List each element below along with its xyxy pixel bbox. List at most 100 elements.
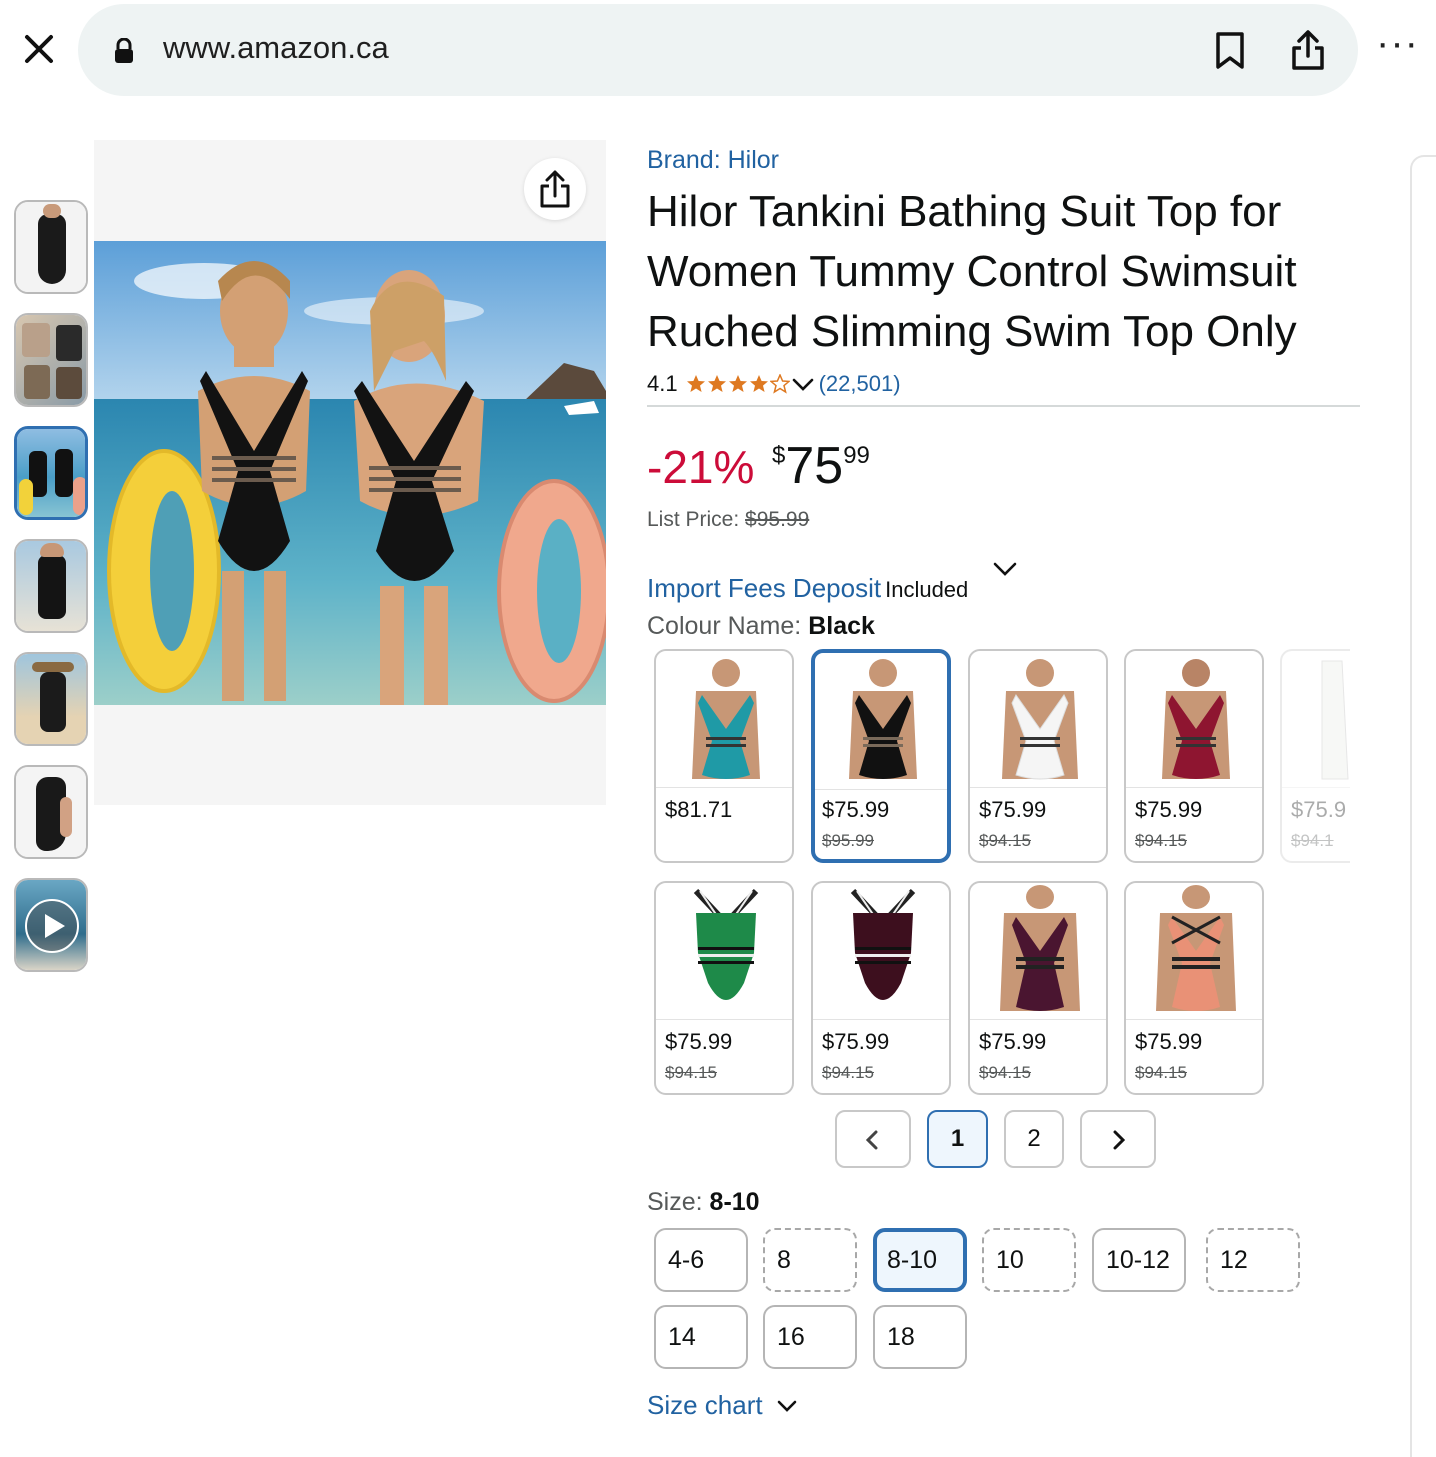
swatch-price: $75.99 — [979, 1029, 1047, 1054]
chevron-down-icon[interactable] — [776, 1396, 798, 1416]
size-option-8[interactable]: 8 — [763, 1228, 857, 1292]
bookmark-icon[interactable] — [1210, 30, 1250, 70]
star-full-icon — [686, 375, 705, 392]
swatch-price: $81.71 — [665, 797, 733, 822]
size-option-4-6[interactable]: 4-6 — [654, 1228, 748, 1292]
pagination-next-button[interactable] — [1080, 1110, 1156, 1168]
size-option-18[interactable]: 18 — [873, 1305, 967, 1369]
swatch-image — [1282, 651, 1350, 788]
price-fraction: 99 — [843, 442, 870, 469]
import-fees-link[interactable]: Import Fees Deposit Included — [647, 573, 968, 604]
swatch-image — [656, 883, 792, 1020]
chevron-right-icon — [1113, 1130, 1126, 1150]
swatch-was-price: $95.99 — [822, 831, 874, 850]
product-photo — [94, 241, 606, 705]
gallery-thumbnail-selected[interactable] — [14, 426, 88, 520]
gallery-thumbnail[interactable] — [14, 765, 88, 859]
price: $7599 — [772, 436, 870, 496]
colour-swatch-wine[interactable]: $75.99 $94.15 — [968, 881, 1108, 1095]
colour-swatch-burgundy[interactable]: $75.99 $94.15 — [1124, 649, 1264, 863]
import-fees-label[interactable]: Import Fees Deposit — [647, 573, 881, 603]
close-icon — [25, 35, 53, 63]
swatch-price: $75.99 — [822, 797, 890, 822]
list-price: List Price: $95.99 — [647, 508, 809, 532]
colour-swatch-teal[interactable]: $81.71 — [654, 649, 794, 863]
swatch-was-price: $94.15 — [1135, 831, 1187, 850]
colour-swatch-black-selected[interactable]: $75.99 $95.99 — [811, 649, 951, 863]
colour-label: Colour Name: Black — [647, 612, 875, 641]
swatch-was-price: $94.15 — [979, 831, 1031, 850]
colour-swatch-white[interactable]: $75.99 $94.15 — [968, 649, 1108, 863]
swatch-image — [656, 651, 792, 788]
size-option-10[interactable]: 10 — [982, 1228, 1076, 1292]
swatch-price: $75.9 — [1291, 797, 1347, 822]
price-whole: 75 — [785, 437, 844, 495]
review-count-link[interactable]: (22,501) — [819, 371, 901, 397]
swatch-price: $75.99 — [979, 797, 1047, 822]
rating-row[interactable]: 4.1 (22,501) — [647, 368, 901, 400]
size-value: 8-10 — [709, 1188, 760, 1216]
swatch-image — [1126, 883, 1262, 1020]
gallery-thumbnail[interactable] — [14, 313, 88, 407]
colour-swatch-plum[interactable]: $75.99 $94.15 — [811, 881, 951, 1095]
main-product-image[interactable] — [94, 241, 606, 705]
swatch-price: $75.99 — [1135, 1029, 1203, 1054]
swatch-was-price: $94.1 — [1291, 831, 1334, 850]
swatch-was-price: $94.15 — [1135, 1063, 1187, 1082]
swatch-image — [970, 651, 1106, 788]
colour-swatch-partial[interactable]: $75.9 $94.1 — [1280, 649, 1350, 863]
list-price-label: List Price: — [647, 508, 740, 531]
divider — [647, 405, 1360, 407]
size-option-8-10-selected[interactable]: 8-10 — [873, 1228, 967, 1292]
side-panel-edge — [1410, 155, 1436, 1457]
rating-value: 4.1 — [647, 371, 678, 396]
pagination-page-2[interactable]: 2 — [1004, 1110, 1064, 1168]
swatch-price: $75.99 — [665, 1029, 733, 1054]
colour-label-text: Colour Name: — [647, 612, 802, 640]
import-included-text: Included — [885, 577, 969, 602]
chevron-left-icon — [865, 1130, 878, 1150]
size-label: Size: 8-10 — [647, 1188, 760, 1217]
gallery-thumbnail[interactable] — [14, 652, 88, 746]
size-option-16[interactable]: 16 — [763, 1305, 857, 1369]
share-icon[interactable] — [1287, 28, 1329, 72]
size-option-12[interactable]: 12 — [1206, 1228, 1300, 1292]
price-symbol: $ — [772, 442, 786, 469]
swatch-image — [813, 883, 949, 1020]
colour-swatch-coral[interactable]: $75.99 $94.15 — [1124, 881, 1264, 1095]
brand-link[interactable]: Brand: Hilor — [647, 146, 779, 175]
size-option-10-12[interactable]: 10-12 — [1092, 1228, 1186, 1292]
swatch-image — [1126, 651, 1262, 788]
close-tab-button[interactable] — [18, 28, 60, 70]
star-full-icon — [749, 375, 768, 392]
star-full-icon — [707, 375, 726, 392]
pagination-page-1[interactable]: 1 — [927, 1110, 988, 1168]
play-icon — [25, 899, 79, 953]
gallery-thumbnail[interactable] — [14, 539, 88, 633]
gallery-thumbnail[interactable] — [14, 200, 88, 294]
swatch-price: $75.99 — [822, 1029, 890, 1054]
share-icon — [540, 170, 570, 208]
swatch-was-price: $94.15 — [979, 1063, 1031, 1082]
list-price-value: $95.99 — [745, 508, 810, 531]
pagination-prev-button[interactable] — [835, 1110, 911, 1168]
chevron-down-icon[interactable] — [791, 374, 815, 394]
size-label-text: Size: — [647, 1188, 703, 1216]
colour-value: Black — [808, 612, 875, 640]
colour-swatch-green[interactable]: $75.99 $94.15 — [654, 881, 794, 1095]
swatch-image — [815, 653, 947, 790]
image-share-button[interactable] — [524, 158, 586, 220]
more-options-button[interactable]: ··· — [1376, 23, 1418, 70]
star-empty-icon — [769, 374, 790, 394]
gallery-thumbnail-video[interactable] — [14, 878, 88, 972]
size-option-14[interactable]: 14 — [654, 1305, 748, 1369]
swatch-was-price: $94.15 — [822, 1063, 874, 1082]
swatch-price: $75.99 — [1135, 797, 1203, 822]
product-title: Hilor Tankini Bathing Suit Top for Women… — [647, 187, 1297, 356]
swatch-image — [970, 883, 1106, 1020]
discount-percent: -21% — [647, 441, 755, 493]
chevron-down-icon[interactable] — [992, 558, 1018, 580]
url-text[interactable]: www.amazon.ca — [163, 30, 389, 66]
star-full-icon — [728, 375, 747, 392]
size-chart-link[interactable]: Size chart — [647, 1390, 763, 1421]
